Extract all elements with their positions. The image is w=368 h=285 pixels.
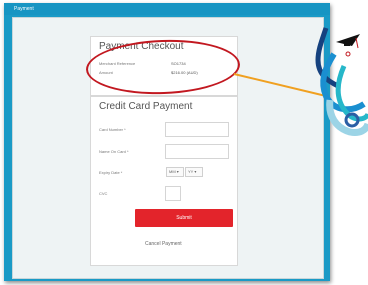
cancel-payment-link[interactable]: Cancel Payment	[145, 241, 182, 247]
name-on-card-input[interactable]	[165, 144, 229, 159]
credit-card-panel: Credit Card Payment Card Number * Name O…	[90, 96, 238, 266]
chevron-down-icon: ▾	[176, 169, 179, 174]
expiry-month-value: MM	[169, 169, 176, 174]
chevron-down-icon: ▾	[194, 169, 197, 174]
expiry-year-value: YY	[188, 169, 194, 174]
window-title: Payment	[4, 3, 330, 15]
credit-card-title: Credit Card Payment	[99, 101, 193, 112]
name-on-card-label: Name On Card *	[99, 149, 129, 154]
card-number-label: Card Number *	[99, 127, 126, 132]
card-number-input[interactable]	[165, 122, 229, 137]
expiry-month-select[interactable]: MM ▾	[166, 167, 184, 177]
submit-button[interactable]: Submit	[135, 209, 233, 227]
cvc-label: CVC	[99, 191, 108, 196]
expiry-year-select[interactable]: YY ▾	[185, 167, 203, 177]
cvc-input[interactable]	[165, 186, 181, 201]
expiry-date-label: Expiry Date *	[99, 170, 123, 175]
